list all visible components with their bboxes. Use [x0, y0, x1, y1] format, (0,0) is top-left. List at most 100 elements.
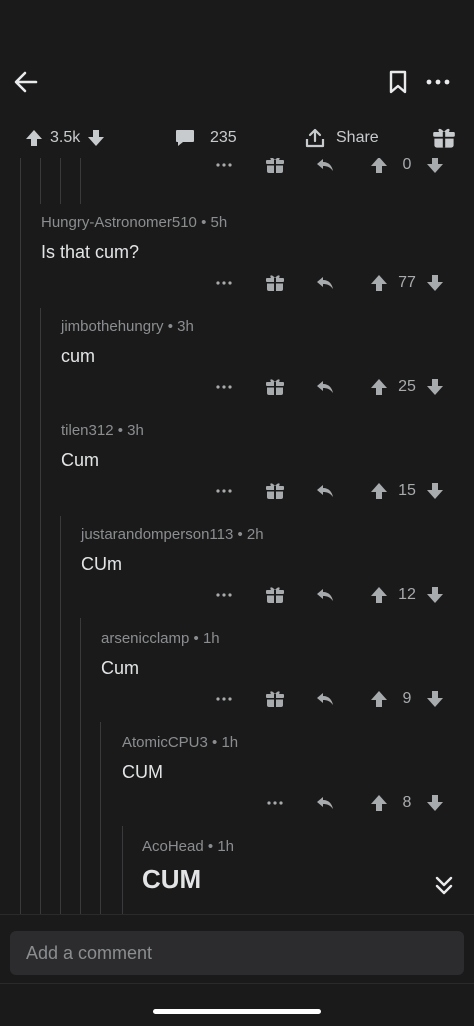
- comment-more-button[interactable]: [211, 476, 237, 506]
- upvote-icon: [371, 691, 387, 707]
- comment-body: Is that cum?: [41, 242, 140, 262]
- comment-author[interactable]: arsenicclamp: [101, 630, 189, 647]
- comment-score: 77: [398, 274, 416, 291]
- reply-icon: [317, 485, 333, 497]
- upvote-icon: [371, 587, 387, 603]
- comment-actions: 8: [0, 788, 474, 818]
- reply-icon: [317, 589, 333, 601]
- post-share-button[interactable]: Share: [304, 124, 379, 152]
- comment-upvote-button[interactable]: [366, 684, 392, 714]
- comment-actions: 9: [0, 684, 474, 714]
- comment-downvote-button[interactable]: [422, 372, 448, 402]
- downvote-icon: [427, 275, 443, 291]
- comment-award-button[interactable]: [262, 372, 288, 402]
- award-icon: [266, 483, 284, 499]
- comment-downvote-button[interactable]: [422, 684, 448, 714]
- comment-reply-button[interactable]: [312, 372, 338, 402]
- comment-downvote-button[interactable]: [422, 268, 448, 298]
- comment-time: 3h: [177, 318, 194, 335]
- award-icon: [266, 275, 284, 291]
- share-icon: [305, 128, 325, 148]
- more-options-button[interactable]: [420, 64, 456, 100]
- comment-score: 12: [398, 586, 416, 603]
- comment-more-button[interactable]: [211, 268, 237, 298]
- comment-time: 1h: [202, 630, 220, 647]
- downvote-icon: [427, 158, 443, 173]
- top-bar: [0, 0, 474, 118]
- comment-reply-button[interactable]: [312, 158, 338, 180]
- comment: arsenicclamp • 1h Cum 9: [0, 630, 474, 734]
- downvote-icon: [427, 379, 443, 395]
- comment-time: 5h: [210, 214, 228, 231]
- comment-upvote-button[interactable]: [366, 372, 392, 402]
- post-action-bar: 3.5k 235 Share: [0, 118, 474, 158]
- comment-time: 3h: [127, 422, 144, 439]
- comment-author[interactable]: jimbothehungry: [61, 318, 164, 335]
- comment-time: 2h: [246, 526, 264, 543]
- comment-author[interactable]: AtomicCPU3: [122, 734, 208, 751]
- comment-meta: justarandomperson113 • 2h: [81, 526, 264, 543]
- comment-score: 8: [402, 794, 412, 811]
- upvote-icon: [371, 379, 387, 395]
- comment-author[interactable]: AcoHead: [142, 838, 204, 855]
- award-icon: [266, 379, 284, 395]
- comment-award-button[interactable]: [262, 580, 288, 610]
- reply-icon: [317, 797, 333, 809]
- add-comment-input[interactable]: Add a comment: [10, 931, 464, 975]
- comment-reply-button[interactable]: [312, 476, 338, 506]
- comment-downvote-button[interactable]: [422, 158, 448, 180]
- comment-award-button[interactable]: [262, 684, 288, 714]
- comment-score: 0: [402, 158, 412, 173]
- more-icon: [216, 163, 232, 167]
- meta-separator: •: [203, 838, 218, 855]
- comment-more-button[interactable]: [211, 684, 237, 714]
- post-vote-count: 3.5k: [50, 129, 81, 146]
- more-icon: [216, 281, 232, 285]
- comment-reply-button[interactable]: [312, 580, 338, 610]
- comment-author[interactable]: tilen312: [61, 422, 114, 439]
- home-indicator[interactable]: [153, 1009, 321, 1014]
- comment-upvote-button[interactable]: [366, 268, 392, 298]
- comment: jimbothehungry • 3h cum 25: [0, 318, 474, 422]
- comment-more-button[interactable]: [211, 580, 237, 610]
- comment-award-button[interactable]: [262, 158, 288, 180]
- comment: Hungry-Astronomer510 • 5h Is that cum? 77: [0, 214, 474, 318]
- back-button[interactable]: [8, 64, 44, 100]
- comment-reply-button[interactable]: [312, 268, 338, 298]
- comment-score: 25: [398, 378, 416, 395]
- comment-upvote-button[interactable]: [366, 788, 392, 818]
- comment-downvote-button[interactable]: [422, 788, 448, 818]
- upvote-icon[interactable]: [24, 128, 44, 148]
- save-button[interactable]: [380, 64, 416, 100]
- comment-downvote-button[interactable]: [422, 476, 448, 506]
- comment-actions: 15: [0, 476, 474, 506]
- comment-more-button[interactable]: [211, 158, 237, 180]
- more-icon: [216, 697, 232, 701]
- comment-author[interactable]: Hungry-Astronomer510: [41, 214, 197, 231]
- back-arrow-icon: [14, 71, 38, 93]
- collapse-thread-button[interactable]: [430, 872, 458, 900]
- comment-time: 1h: [217, 838, 234, 855]
- share-label: Share: [336, 129, 379, 146]
- comment-downvote-button[interactable]: [422, 580, 448, 610]
- comment-reply-button[interactable]: [312, 788, 338, 818]
- downvote-icon[interactable]: [86, 128, 106, 148]
- comment-more-button[interactable]: [262, 788, 288, 818]
- add-comment-placeholder: Add a comment: [26, 942, 153, 963]
- comment-upvote-button[interactable]: [366, 158, 392, 180]
- comment-author[interactable]: justarandomperson113: [81, 526, 233, 543]
- more-icon: [216, 593, 232, 597]
- comment-award-button[interactable]: [262, 476, 288, 506]
- comment-award-button[interactable]: [262, 268, 288, 298]
- comment-actions: 77: [0, 268, 474, 298]
- comment-more-button[interactable]: [211, 372, 237, 402]
- comment-upvote-button[interactable]: [366, 580, 392, 610]
- comment-thread: 0 Hungry-Astronomer510 • 5h Is that cum? 77…: [0, 158, 474, 914]
- post-award-button[interactable]: [430, 124, 458, 152]
- comment-body: Cum: [61, 450, 100, 470]
- downvote-icon: [427, 587, 443, 603]
- comment-reply-button[interactable]: [312, 684, 338, 714]
- comment-upvote-button[interactable]: [366, 476, 392, 506]
- meta-separator: •: [163, 318, 178, 335]
- post-comments-button[interactable]: 235: [174, 124, 237, 152]
